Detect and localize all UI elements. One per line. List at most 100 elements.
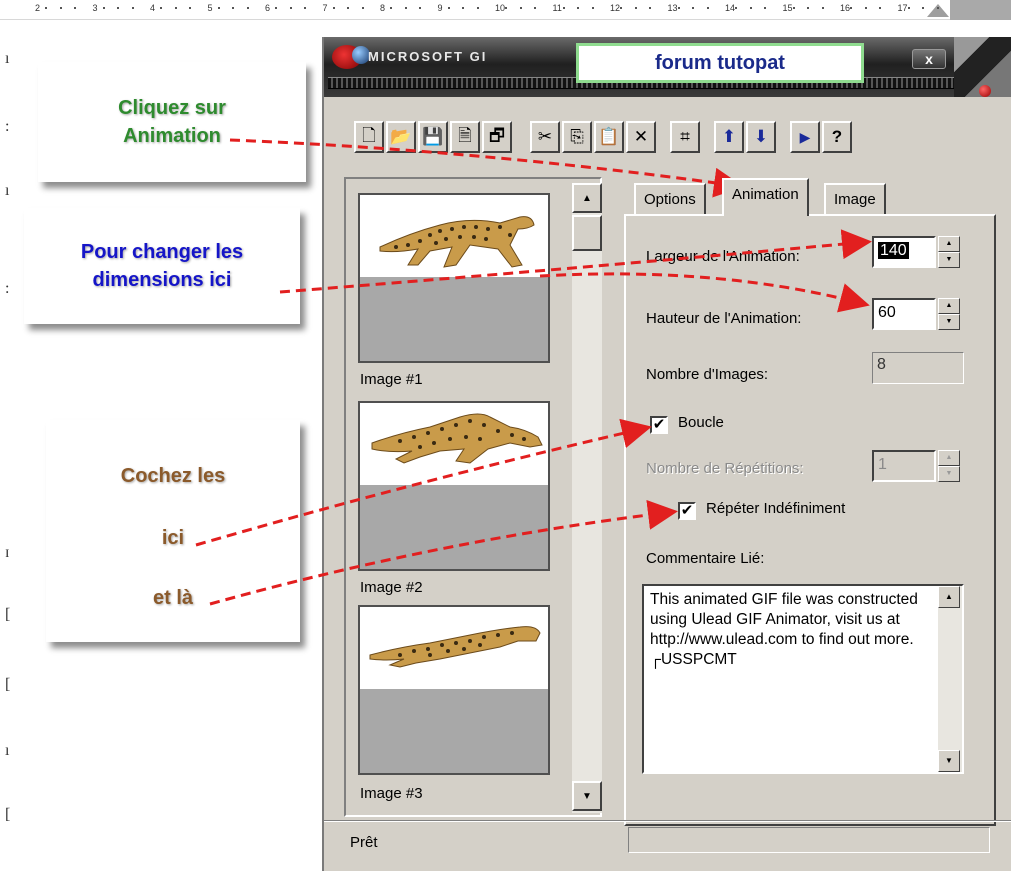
- cut-button[interactable]: ✂: [530, 121, 560, 153]
- callout-cochez-line2: ici: [161, 527, 185, 549]
- move-down-icon: ⬇: [753, 127, 769, 146]
- ruler-tick: [677, 7, 680, 9]
- ruler-tick: [390, 7, 393, 9]
- tab-options[interactable]: Options: [634, 183, 706, 215]
- spin-up-icon: ▲: [938, 450, 960, 466]
- ruler-number: 8: [380, 3, 386, 13]
- new-button[interactable]: 🗋: [354, 121, 384, 153]
- callout-cochez-line1: Cochez les: [120, 465, 226, 487]
- ruler-tick: [505, 7, 508, 9]
- ruler-number: 11: [552, 3, 562, 13]
- width-spinner[interactable]: ▲ ▼: [938, 236, 960, 268]
- height-input[interactable]: 60: [872, 298, 936, 330]
- spin-up-icon[interactable]: ▲: [938, 236, 960, 252]
- ruler-tick: [591, 7, 594, 9]
- open-button[interactable]: 📂: [386, 121, 416, 153]
- spin-down-icon: ▼: [938, 466, 960, 482]
- insert-icon: 🗎: [458, 125, 472, 145]
- frame-label-1: Image #1: [360, 371, 423, 388]
- frames-scrollbar[interactable]: ▲ ▼: [572, 183, 602, 813]
- margin-mark: ı: [5, 50, 10, 67]
- ruler-tick: [447, 7, 450, 9]
- spin-up-icon[interactable]: ▲: [938, 298, 960, 314]
- save-button[interactable]: 💾: [418, 121, 448, 153]
- width-label: Largeur de l'Animation:: [646, 248, 800, 265]
- frames-count-label: Nombre d'Images:: [646, 366, 769, 383]
- frame-label-3: Image #3: [360, 785, 423, 802]
- ruler-tick: [275, 7, 278, 9]
- ruler-margin: [950, 0, 1011, 20]
- delete-button[interactable]: ✕: [626, 121, 656, 153]
- repetitions-input: 1: [872, 450, 936, 482]
- comment-textarea[interactable]: This animated GIF file was constructed u…: [642, 584, 964, 774]
- ruler-tick: [476, 7, 479, 9]
- ruler-number: 9: [437, 3, 443, 13]
- help-icon: ?: [831, 127, 843, 146]
- save-all-icon: 🗗: [489, 125, 505, 145]
- comment-text[interactable]: This animated GIF file was constructed u…: [650, 590, 936, 670]
- repeat-forever-checkbox[interactable]: ✔: [678, 502, 696, 520]
- triangle-down-icon: ▼: [582, 790, 592, 802]
- frame-thumbnail-3[interactable]: [358, 605, 550, 775]
- ruler-tick: [807, 7, 810, 9]
- insert-button[interactable]: 🗎: [450, 121, 480, 153]
- ruler-number: 14: [725, 3, 736, 13]
- ruler-number: 3: [92, 3, 98, 13]
- ruler-tick: [922, 7, 925, 9]
- ruler-number: 16: [840, 3, 851, 13]
- scroll-thumb[interactable]: [572, 215, 602, 251]
- callout-animation-text: Cliquez sur Animation: [118, 97, 226, 147]
- ruler-tick: [534, 7, 537, 9]
- ruler-tick: [102, 7, 105, 9]
- scroll-down-button[interactable]: ▼: [938, 750, 960, 772]
- loop-checkbox[interactable]: ✔: [650, 416, 668, 434]
- copy-button[interactable]: ⎘: [562, 121, 592, 153]
- animation-properties-panel: Largeur de l'Animation: 140 ▲ ▼ Hauteur d…: [624, 214, 996, 826]
- ruler-tick: [936, 7, 939, 9]
- tab-animation[interactable]: Animation: [722, 178, 809, 216]
- repetitions-value: 1: [878, 456, 887, 473]
- ruler-tick: [332, 7, 335, 9]
- ruler-number: 15: [782, 3, 793, 13]
- move-up-button[interactable]: ⬆: [714, 121, 744, 153]
- close-button[interactable]: x: [912, 49, 946, 69]
- delete-icon: ✕: [633, 127, 649, 146]
- help-button[interactable]: ?: [822, 121, 852, 153]
- paste-button[interactable]: 📋: [594, 121, 624, 153]
- ruler-number: 10: [495, 3, 506, 13]
- comment-scrollbar[interactable]: ▲ ▼: [938, 586, 962, 772]
- gif-animator-window: MICROSOFT GI forum tutopat x 🗋 📂 💾 🗎 🗗 ✂ ⎘ 📋 ✕ ⌗ ⬆…: [322, 37, 1011, 871]
- ruler-tick: [217, 7, 220, 9]
- callout-animation: Cliquez sur Animation: [38, 62, 306, 182]
- spin-down-icon[interactable]: ▼: [938, 314, 960, 330]
- title-bar[interactable]: MICROSOFT GI forum tutopat x: [324, 37, 1011, 97]
- ruler-tick: [74, 7, 77, 9]
- spin-down-icon[interactable]: ▼: [938, 252, 960, 268]
- ruler-tick: [59, 7, 62, 9]
- move-down-button[interactable]: ⬇: [746, 121, 776, 153]
- margin-mark: [: [5, 806, 11, 823]
- margin-mark: [: [5, 676, 11, 693]
- comment-label: Commentaire Lié:: [646, 550, 765, 567]
- select-all-button[interactable]: ⌗: [670, 121, 700, 153]
- frames-panel: Image #1 Image #2 Image #3 ▲ ▼: [344, 177, 602, 817]
- ruler-tick: [735, 7, 738, 9]
- indent-marker[interactable]: [927, 4, 949, 17]
- frame-thumbnail-1[interactable]: [358, 193, 550, 363]
- save-all-button[interactable]: 🗗: [482, 121, 512, 153]
- scroll-down-button[interactable]: ▼: [572, 781, 602, 811]
- frame-thumbnail-2[interactable]: [358, 401, 550, 571]
- width-input[interactable]: 140: [872, 236, 936, 268]
- loop-label[interactable]: Boucle: [678, 414, 724, 431]
- preview-button[interactable]: ▶: [790, 121, 820, 153]
- ruler-tick: [634, 7, 637, 9]
- tab-image[interactable]: Image: [824, 183, 886, 215]
- height-spinner[interactable]: ▲ ▼: [938, 298, 960, 330]
- cut-icon: ✂: [537, 127, 553, 146]
- repeat-forever-label[interactable]: Répéter Indéfiniment: [706, 500, 845, 517]
- preview-icon: ▶: [799, 128, 811, 145]
- ruler-tick: [289, 7, 292, 9]
- scroll-up-button[interactable]: ▲: [938, 586, 960, 608]
- scroll-up-button[interactable]: ▲: [572, 183, 602, 213]
- ruler-tick: [304, 7, 307, 9]
